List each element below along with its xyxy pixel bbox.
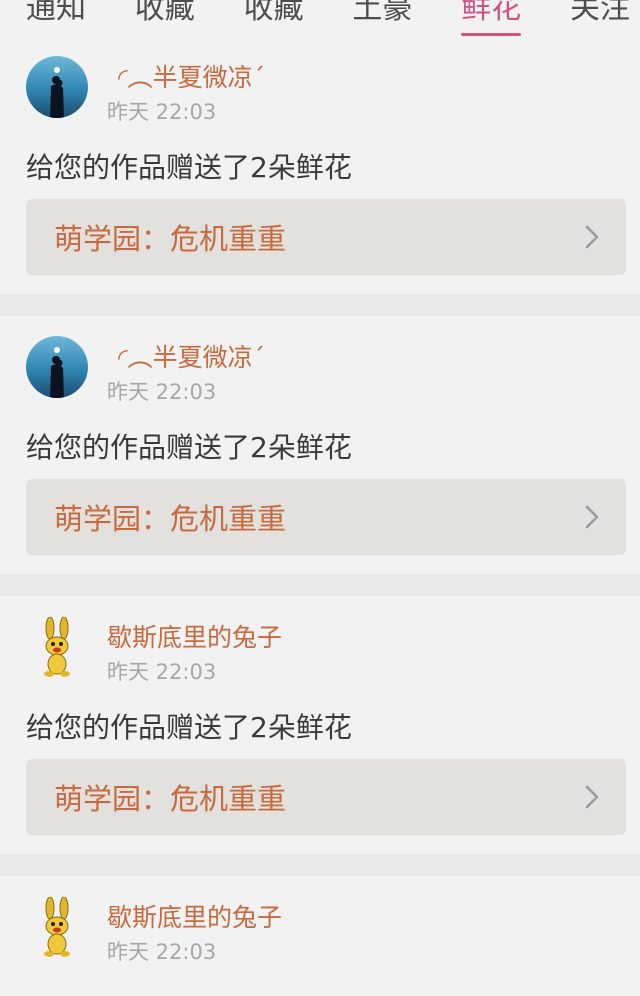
gift-message: 给您的作品赠送了2朵鲜花: [26, 711, 352, 744]
feed-item: 歇斯底里的兔子 昨天 22:03: [0, 876, 640, 996]
timestamp: 昨天 22:03: [107, 660, 217, 684]
tab-tycoon[interactable]: 土豪: [352, 0, 412, 36]
tab-flowers[interactable]: 鲜花: [461, 0, 522, 36]
avatar[interactable]: [26, 56, 88, 118]
avatar[interactable]: [26, 896, 88, 958]
timestamp: 昨天 22:03: [107, 100, 217, 124]
feed-item: 歇斯底里的兔子 昨天 22:03 给您的作品赠送了2朵鲜花 萌学园：危机重重: [0, 596, 640, 854]
chevron-right-icon: [585, 505, 599, 529]
username[interactable]: 歇斯底里的兔子: [107, 898, 282, 934]
work-link[interactable]: 萌学园：危机重重: [26, 199, 626, 275]
flower-feed: ◜︵半夏微凉ˊ 昨天 22:03 给您的作品赠送了2朵鲜花 萌学园：危机重重 ◜…: [0, 36, 640, 996]
couple-silhouette-icon: [26, 336, 88, 398]
tab-favorites[interactable]: 收藏: [135, 0, 195, 36]
gift-message: 给您的作品赠送了2朵鲜花: [26, 151, 352, 184]
username[interactable]: ◜︵半夏微凉ˊ: [118, 338, 265, 374]
chevron-right-icon: [585, 225, 599, 249]
timestamp: 昨天 22:03: [107, 940, 217, 964]
tab-follows[interactable]: 关注: [570, 0, 630, 36]
work-title: 萌学园：危机重重: [54, 222, 287, 256]
yellow-rabbit-icon: [26, 616, 88, 678]
gift-message: 给您的作品赠送了2朵鲜花: [26, 431, 352, 464]
tab-favorites-2[interactable]: 收藏: [244, 0, 304, 36]
yellow-rabbit-icon: [26, 896, 88, 958]
timestamp: 昨天 22:03: [107, 380, 217, 404]
work-title: 萌学园：危机重重: [54, 502, 287, 536]
username[interactable]: 歇斯底里的兔子: [107, 618, 282, 654]
avatar[interactable]: [26, 616, 88, 678]
chevron-right-icon: [585, 785, 599, 809]
username[interactable]: ◜︵半夏微凉ˊ: [118, 58, 265, 94]
feed-item: ◜︵半夏微凉ˊ 昨天 22:03 给您的作品赠送了2朵鲜花 萌学园：危机重重: [0, 36, 640, 294]
couple-silhouette-icon: [26, 56, 88, 118]
feed-item: ◜︵半夏微凉ˊ 昨天 22:03 给您的作品赠送了2朵鲜花 萌学园：危机重重: [0, 316, 640, 574]
work-link[interactable]: 萌学园：危机重重: [26, 759, 626, 835]
work-link[interactable]: 萌学园：危机重重: [26, 479, 626, 555]
tab-bar: 通知 收藏 收藏 土豪 鲜花 关注: [0, 0, 640, 36]
tab-notifications[interactable]: 通知: [26, 0, 86, 36]
avatar[interactable]: [26, 336, 88, 398]
work-title: 萌学园：危机重重: [54, 782, 287, 816]
